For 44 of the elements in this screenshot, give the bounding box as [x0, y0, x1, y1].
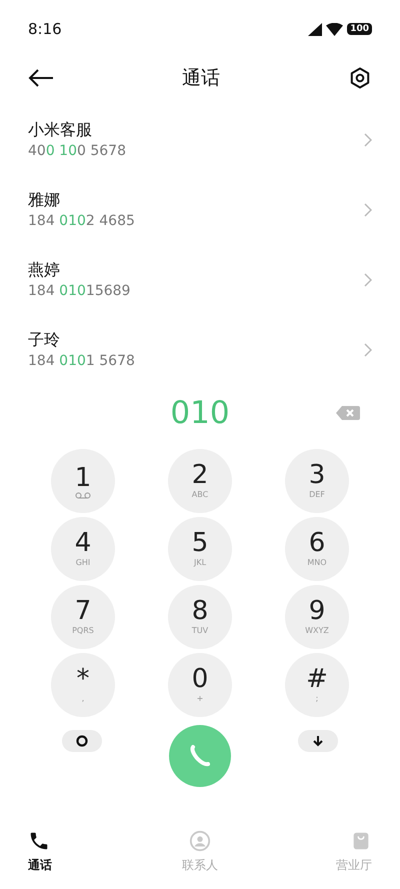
contact-name: 小米客服 — [28, 119, 93, 141]
contact-number: 184 01015689 — [28, 282, 130, 301]
voicemail-icon — [75, 492, 91, 498]
dial-key[interactable]: 3 DEF — [285, 449, 349, 513]
battery-indicator: 100 — [347, 23, 372, 35]
dial-key[interactable]: 2 ABC — [168, 449, 232, 513]
chevron-right-icon — [364, 133, 372, 147]
dial-key[interactable]: 6 MNO — [285, 517, 349, 581]
person-icon — [189, 830, 211, 852]
dial-key[interactable]: 7 PQRS — [51, 585, 115, 649]
ring-button[interactable] — [62, 730, 102, 752]
contact-row[interactable]: 雅娜 184 0102 4685 — [0, 175, 400, 245]
contact-row[interactable]: 小米客服 400 100 5678 — [0, 105, 400, 175]
down-arrow-icon — [312, 735, 324, 747]
dialed-number: 010 — [170, 394, 230, 433]
chevron-right-icon — [364, 343, 372, 357]
dial-key[interactable]: 9 WXYZ — [285, 585, 349, 649]
dial-key[interactable]: 5 JKL — [168, 517, 232, 581]
contact-name: 子玲 — [28, 329, 61, 351]
bottom-tab[interactable]: 通话 — [28, 830, 108, 874]
dial-key[interactable]: 0 + — [168, 653, 232, 717]
dial-key[interactable]: * , — [51, 653, 115, 717]
signal-icon — [308, 22, 322, 36]
contact-row[interactable]: 燕婷 184 01015689 — [0, 245, 400, 315]
settings-icon[interactable] — [348, 66, 372, 90]
wifi-icon — [326, 22, 344, 36]
contact-name: 燕婷 — [28, 259, 61, 281]
contact-name: 雅娜 — [28, 189, 61, 211]
page-title: 通话 — [182, 66, 220, 91]
dial-key[interactable]: # ; — [285, 653, 349, 717]
contact-row[interactable]: 子玲 184 0101 5678 — [0, 315, 400, 385]
chevron-right-icon — [364, 273, 372, 287]
contact-number: 184 0102 4685 — [28, 212, 135, 231]
back-arrow-icon[interactable] — [28, 69, 54, 87]
ring-icon — [76, 735, 88, 747]
collapse-button[interactable] — [298, 730, 338, 752]
dial-key[interactable]: 8 TUV — [168, 585, 232, 649]
phone-icon — [28, 830, 50, 852]
contact-number: 400 100 5678 — [28, 142, 126, 161]
dial-key[interactable]: 1 — [51, 449, 115, 513]
dial-key[interactable]: 4 GHI — [51, 517, 115, 581]
status-time: 8:16 — [28, 18, 62, 40]
contact-number: 184 0101 5678 — [28, 352, 135, 371]
chevron-right-icon — [364, 203, 372, 217]
